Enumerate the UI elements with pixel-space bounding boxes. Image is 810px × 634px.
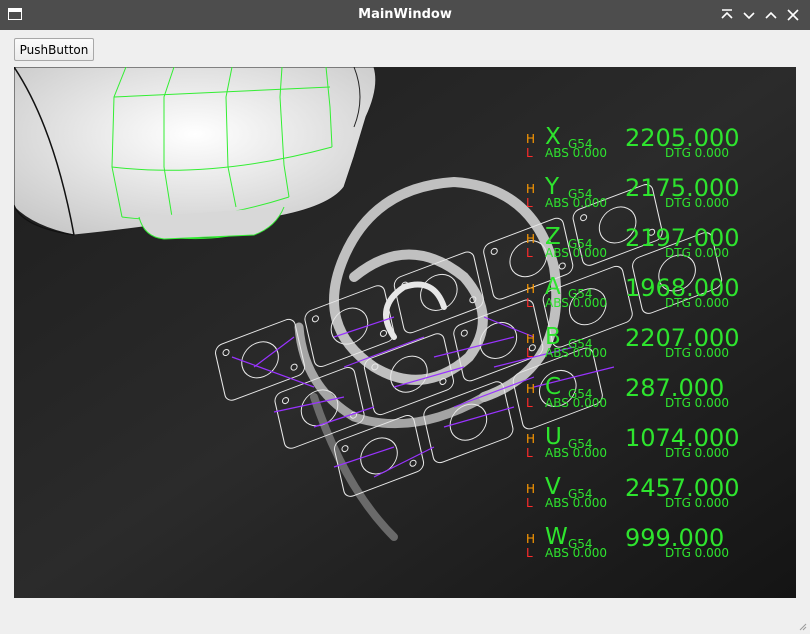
dro-row-v: H L V G54 2457.000 ABS 0.000 DTG 0.000 [524, 474, 796, 528]
dro-row-y: H L Y G54 2175.000 ABS 0.000 DTG 0.000 [524, 174, 796, 228]
push-button[interactable]: PushButton [14, 38, 94, 61]
distance-to-go: DTG 0.000 [665, 346, 730, 360]
resize-grip-icon[interactable] [797, 621, 807, 631]
distance-to-go: DTG 0.000 [665, 246, 730, 260]
home-indicator: H [526, 232, 536, 246]
dro-row-u: H L U G54 1074.000 ABS 0.000 DTG 0.000 [524, 424, 796, 478]
abs-position: ABS 0.000 [545, 346, 608, 360]
dro-row-b: H L B G54 2207.000 ABS 0.000 DTG 0.000 [524, 324, 796, 378]
abs-position: ABS 0.000 [545, 546, 608, 560]
dro-row-a: H L A G54 1968.000 ABS 0.000 DTG 0.000 [524, 274, 796, 328]
abs-position: ABS 0.000 [545, 446, 608, 460]
home-indicator: H [526, 132, 536, 146]
limit-indicator: L [526, 496, 533, 510]
distance-to-go: DTG 0.000 [665, 296, 730, 310]
window-title: MainWindow [358, 7, 452, 22]
abs-position: ABS 0.000 [545, 146, 608, 160]
limit-indicator: L [526, 446, 533, 460]
abs-position: ABS 0.000 [545, 246, 608, 260]
limit-indicator: L [526, 196, 533, 210]
distance-to-go: DTG 0.000 [665, 396, 730, 410]
dro-row-z: H L Z G54 2197.000 ABS 0.000 DTG 0.000 [524, 224, 796, 278]
abs-position: ABS 0.000 [545, 496, 608, 510]
distance-to-go: DTG 0.000 [665, 496, 730, 510]
distance-to-go: DTG 0.000 [665, 146, 730, 160]
limit-indicator: L [526, 146, 533, 160]
limit-indicator: L [526, 246, 533, 260]
limit-indicator: L [526, 546, 533, 560]
minimize-icon[interactable] [741, 7, 757, 23]
home-indicator: H [526, 282, 536, 296]
abs-position: ABS 0.000 [545, 396, 608, 410]
distance-to-go: DTG 0.000 [665, 196, 730, 210]
home-indicator: H [526, 382, 536, 396]
keep-above-icon[interactable] [719, 7, 735, 23]
abs-position: ABS 0.000 [545, 296, 608, 310]
distance-to-go: DTG 0.000 [665, 546, 730, 560]
home-indicator: H [526, 532, 536, 546]
dro-row-x: H L X G54 2205.000 ABS 0.000 DTG 0.000 [524, 124, 796, 178]
title-bar: MainWindow [0, 0, 810, 30]
gcode-3d-viewport[interactable]: H L X G54 2205.000 ABS 0.000 DTG 0.000 H L Y G54 21… [14, 67, 796, 598]
dro-row-c: H L C G54 287.000 ABS 0.000 DTG 0.000 [524, 374, 796, 428]
maximize-icon[interactable] [763, 7, 779, 23]
limit-indicator: L [526, 396, 533, 410]
home-indicator: H [526, 332, 536, 346]
limit-indicator: L [526, 296, 533, 310]
home-indicator: H [526, 482, 536, 496]
distance-to-go: DTG 0.000 [665, 446, 730, 460]
home-indicator: H [526, 432, 536, 446]
limit-indicator: L [526, 346, 533, 360]
home-indicator: H [526, 182, 536, 196]
digital-readout: H L X G54 2205.000 ABS 0.000 DTG 0.000 H L Y G54 21… [14, 67, 796, 598]
dro-row-w: H L W G54 999.000 ABS 0.000 DTG 0.000 [524, 524, 796, 578]
abs-position: ABS 0.000 [545, 196, 608, 210]
close-icon[interactable] [785, 7, 801, 23]
